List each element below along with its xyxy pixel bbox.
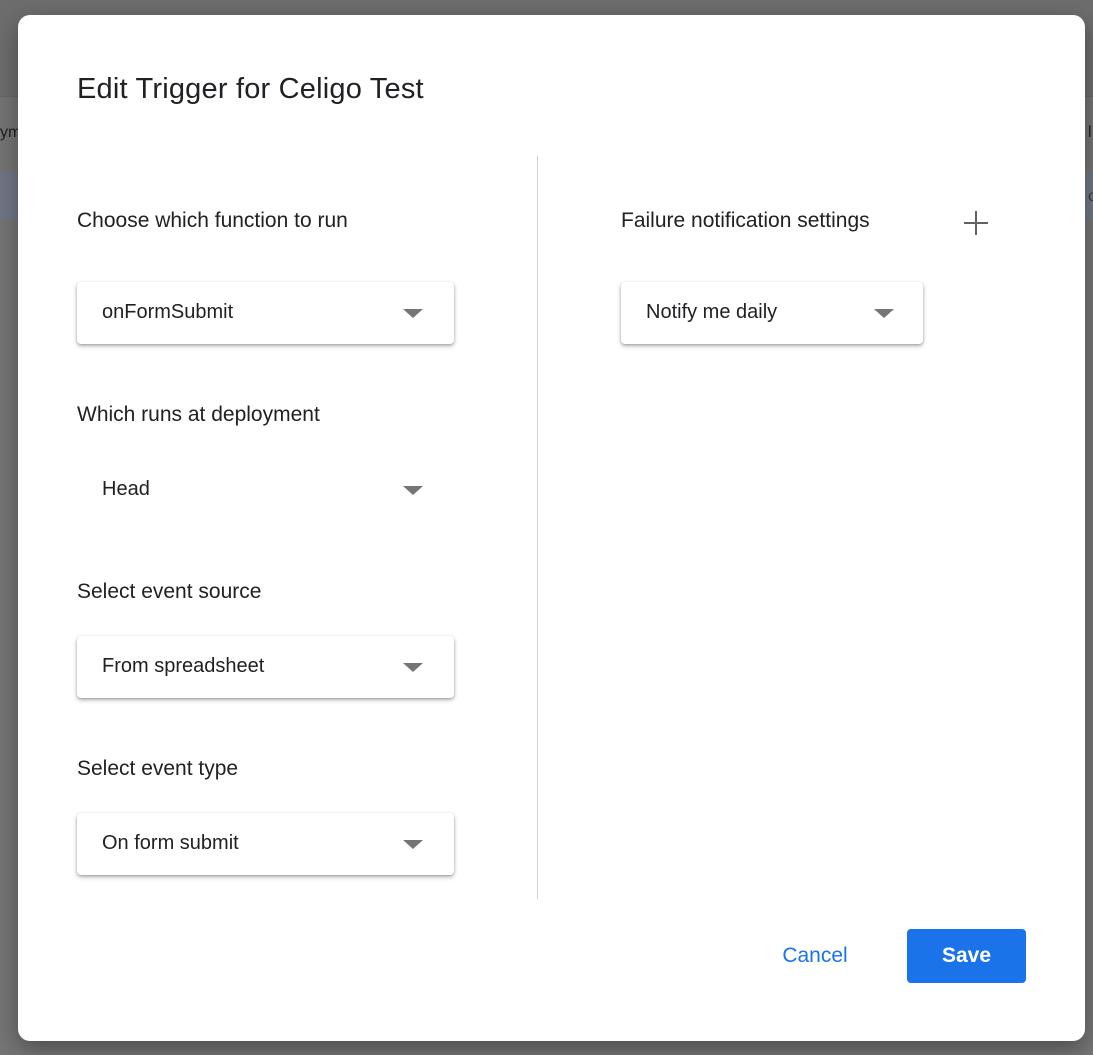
- event-type-select[interactable]: On form submit: [77, 813, 454, 875]
- failure-notification-select-value: Notify me daily: [646, 301, 778, 323]
- dropdown-arrow-icon: [403, 663, 423, 672]
- cancel-button[interactable]: Cancel: [765, 929, 865, 983]
- add-notification-icon[interactable]: [964, 210, 990, 236]
- event-type-select-value: On form submit: [102, 832, 239, 854]
- function-select-value: onFormSubmit: [102, 301, 234, 323]
- function-select[interactable]: onFormSubmit: [77, 282, 454, 344]
- failure-notification-label: Failure notification settings: [621, 209, 870, 232]
- deployment-select-value: Head: [102, 478, 150, 500]
- background-cell-fragment-right: c: [1088, 188, 1093, 205]
- dropdown-arrow-icon: [403, 840, 423, 849]
- event-source-label: Select event source: [77, 580, 262, 603]
- dropdown-arrow-icon: [874, 309, 894, 318]
- background-column-fragment-right: l: [1088, 124, 1092, 141]
- failure-notification-select[interactable]: Notify me daily: [621, 282, 923, 344]
- dialog-title: Edit Trigger for Celigo Test: [77, 73, 424, 105]
- dropdown-arrow-icon: [403, 486, 423, 495]
- event-type-label: Select event type: [77, 757, 239, 780]
- event-source-select[interactable]: From spreadsheet: [77, 636, 454, 698]
- event-source-select-value: From spreadsheet: [102, 655, 265, 677]
- deployment-select[interactable]: Head: [77, 459, 454, 521]
- column-divider: [537, 156, 538, 899]
- function-label: Choose which function to run: [77, 209, 348, 232]
- save-button[interactable]: Save: [907, 929, 1026, 983]
- deployment-label: Which runs at deployment: [77, 403, 320, 426]
- edit-trigger-dialog: Edit Trigger for Celigo Test Choose whic…: [18, 15, 1085, 1041]
- dropdown-arrow-icon: [403, 309, 423, 318]
